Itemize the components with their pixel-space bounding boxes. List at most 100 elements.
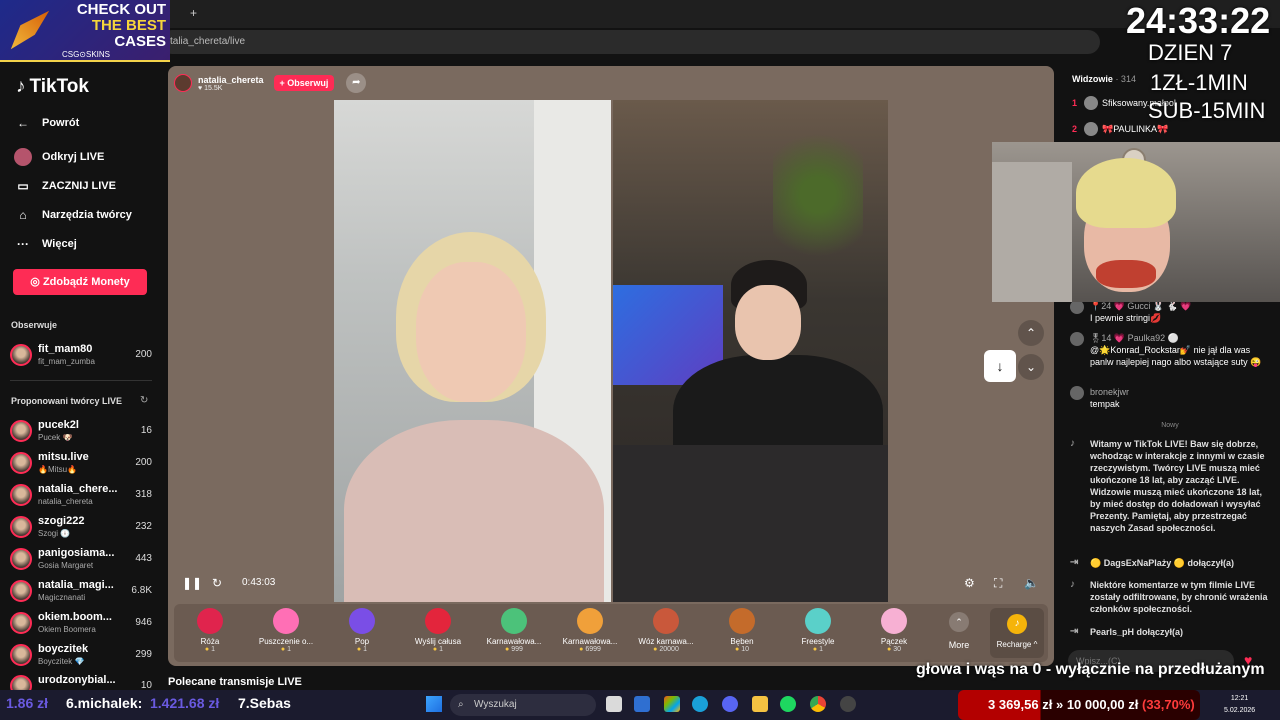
refresh-icon[interactable]: ↻: [212, 576, 222, 590]
new-messages-divider: Nowy: [1161, 422, 1179, 429]
nav-more[interactable]: ··· Więcej: [14, 235, 77, 253]
system-message: ♪ Niektóre komentarze w tym filmie LIVE z…: [1070, 579, 1274, 615]
viewer-rank: 1: [1072, 98, 1078, 108]
recharge-button[interactable]: ♪ Recharge ^: [990, 608, 1044, 658]
gift-name: Wyślij całusa: [414, 637, 462, 646]
suggested-item[interactable]: okiem.boom... Okiem Boomera 946: [10, 609, 152, 637]
download-icon[interactable]: ↓: [984, 350, 1016, 382]
suggested-item[interactable]: pucek2l Pucek 🐶 16: [10, 417, 152, 445]
creator-name: boyczitek: [38, 643, 89, 655]
chevron-up-icon[interactable]: ⌃: [1018, 320, 1044, 346]
chevron-down-icon[interactable]: ⌄: [1018, 354, 1044, 380]
message-text: @🌟Konrad_Rockstar💅 nie jął dla was panlw…: [1090, 345, 1262, 367]
avatar: [10, 580, 32, 602]
gift-name: Karnawałowa...: [486, 637, 542, 646]
copilot-icon[interactable]: [664, 696, 680, 712]
spotify-icon[interactable]: [780, 696, 796, 712]
avatar: [10, 420, 32, 442]
nav-start-live[interactable]: ▭ ZACZNIJ LIVE: [14, 177, 116, 195]
folder-icon[interactable]: [752, 696, 768, 712]
back-button[interactable]: ← Powrót: [14, 114, 79, 132]
nav-creator-tools[interactable]: ⌂ Narzędzia twórcy: [14, 206, 132, 224]
message-user: bronekjwr: [1090, 387, 1130, 397]
share-icon[interactable]: ➦: [346, 73, 367, 93]
follow-button[interactable]: + Obserwuj: [273, 75, 335, 91]
suggested-item[interactable]: panigosiama... Gosia Margaret 443: [10, 545, 152, 573]
chat-message[interactable]: 📍24 💗 Gucci 🐰 🐇 💗 I pewnie stringi💋: [1070, 300, 1274, 324]
creator-name: panigosiama...: [38, 547, 115, 559]
chat-message[interactable]: 🎖14 💗 Paulka92 ⚪ @🌟Konrad_Rockstar💅 nie j…: [1070, 332, 1274, 368]
gift-price: 1: [402, 646, 474, 653]
gift-item[interactable]: Karnawałowa...999: [478, 608, 550, 660]
task-view-icon[interactable]: [606, 696, 622, 712]
suggested-item[interactable]: natalia_chere... natalia_chereta 318: [10, 481, 152, 509]
host-name[interactable]: natalia_chereta: [198, 75, 264, 85]
gift-item[interactable]: Wóz karnawa...20000: [630, 608, 702, 660]
suggested-item[interactable]: boyczitek Boyczitek 💎 299: [10, 641, 152, 669]
creator-name: szogi222: [38, 515, 85, 527]
viewer-count: 6.8K: [131, 585, 152, 596]
store-icon[interactable]: [634, 696, 650, 712]
avatar: [10, 344, 32, 366]
gift-price: 20000: [630, 646, 702, 653]
pause-icon[interactable]: ❚❚: [182, 576, 202, 590]
gift-item[interactable]: Pop1: [326, 608, 398, 660]
suggested-item[interactable]: szogi222 Szogi 🕕 232: [10, 513, 152, 541]
viewers-header[interactable]: Widzowie · 314: [1072, 74, 1136, 84]
taskbar: 1.86 zł 6.michalek: 1.421.68 zł 7.Sebas …: [0, 690, 1280, 720]
search-icon: ⌕: [458, 699, 464, 710]
avatar: [1070, 386, 1084, 400]
food-item: [1096, 260, 1156, 288]
video-guest[interactable]: [613, 100, 888, 602]
suggested-item[interactable]: natalia_magi... Magicznanati 6.8K: [10, 577, 152, 605]
viewer-count: 200: [135, 457, 152, 468]
address-bar[interactable]: talia_chereta/live: [160, 30, 1100, 54]
system-text: Pearls_pH dołączył(a): [1090, 627, 1184, 637]
url-text: talia_chereta/live: [170, 36, 246, 47]
system-text: 🟡 DagsExNaPlaży 🟡 dołączył(a): [1090, 558, 1234, 568]
refresh-icon[interactable]: ↻: [140, 395, 148, 406]
system-clock[interactable]: 12:21 5.02.2026: [1224, 693, 1255, 717]
discord-icon[interactable]: [722, 696, 738, 712]
gift-item[interactable]: Freestyle1: [782, 608, 854, 660]
webcam-figure-hair: [1076, 158, 1176, 228]
gift-name: Karnawałowa...: [562, 637, 618, 646]
gift-item[interactable]: Karnawałowa...6999: [554, 608, 626, 660]
gift-item[interactable]: Róża1: [174, 608, 246, 660]
gift-name: Pop: [354, 637, 370, 646]
gift-item[interactable]: Puszczenie o...1: [250, 608, 322, 660]
top-viewer[interactable]: 2 🎀PAULINKA🎀: [1072, 122, 1168, 136]
viewer-count: 232: [135, 521, 152, 532]
new-tab-button[interactable]: +: [190, 6, 197, 20]
host-avatar[interactable]: [174, 74, 192, 92]
creator-name: natalia_magi...: [38, 579, 114, 591]
edge-icon[interactable]: [692, 696, 708, 712]
chat-message[interactable]: bronekjwr tempak: [1070, 386, 1274, 410]
avatar: [1084, 96, 1098, 110]
chrome-icon[interactable]: [810, 696, 826, 712]
creator-sub: Magicznanati: [38, 593, 86, 602]
get-coins-button[interactable]: ◎ Zdobądź Monety: [13, 269, 147, 295]
video-host[interactable]: [334, 100, 611, 602]
following-item[interactable]: fit_mam80 fit_mam_zumba 200: [10, 341, 152, 369]
gift-item[interactable]: Pączek30: [858, 608, 930, 660]
fullscreen-icon[interactable]: ⛶: [994, 576, 1002, 591]
app-icon[interactable]: [840, 696, 856, 712]
windows-start-icon[interactable]: [426, 696, 442, 712]
tiktok-logo[interactable]: ♪ TikTok: [16, 76, 89, 98]
suggested-item[interactable]: mitsu.live 🔥Mitsu🔥 200: [10, 449, 152, 477]
taskbar-search[interactable]: ⌕ Wyszukaj: [450, 694, 596, 716]
settings-icon[interactable]: ⚙: [964, 576, 975, 590]
viewer-rank: 2: [1072, 124, 1078, 134]
tiktok-note-icon: ♪: [1070, 579, 1075, 590]
gift-item[interactable]: Wyślij całusa1: [402, 608, 474, 660]
creator-sub: Gosia Margaret: [38, 561, 94, 570]
volume-icon[interactable]: 🔈: [1024, 576, 1039, 590]
day-counter: DZIEN 7: [1148, 40, 1233, 65]
streamer-webcam: [992, 142, 1280, 302]
recommended-heading: Polecane transmisje LIVE: [168, 676, 302, 688]
gift-item[interactable]: Bęben10: [706, 608, 778, 660]
nav-discover-live[interactable]: Odkryj LIVE: [14, 148, 104, 166]
donation-amount: 1.421.68 zł: [150, 695, 220, 711]
more-gifts-button[interactable]: ⌃ More: [944, 612, 974, 650]
